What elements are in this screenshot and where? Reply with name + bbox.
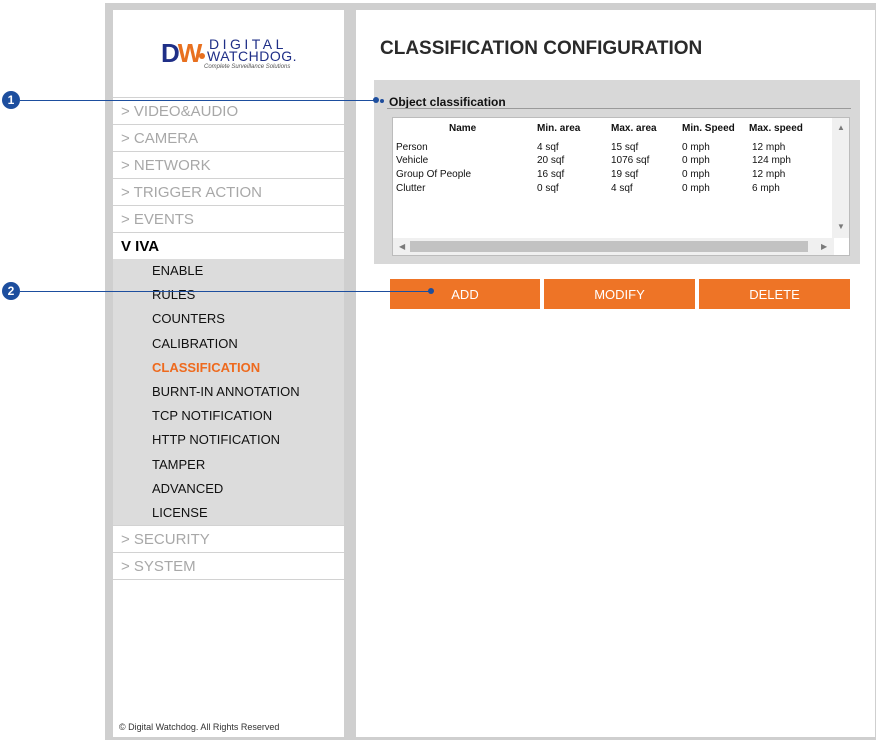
add-button[interactable]: ADD <box>390 279 540 309</box>
table-cell[interactable]: 0 mph <box>682 155 710 166</box>
sub-item-calibration[interactable]: CALIBRATION <box>113 332 344 356</box>
page-title: CLASSIFICATION CONFIGURATION <box>380 38 703 59</box>
table-cell[interactable]: 0 sqf <box>537 183 559 194</box>
table-cell[interactable]: 124 mph <box>752 155 791 166</box>
digital-watchdog-logo: DW DIGITAL WATCHDOG. Complete Surveillan… <box>161 36 301 72</box>
sub-item-burnt-in-annotation[interactable]: BURNT-IN ANNOTATION <box>113 380 344 404</box>
sub-item-classification[interactable]: CLASSIFICATION <box>113 356 344 380</box>
nav-camera[interactable]: > CAMERA <box>113 124 344 151</box>
scrollbar-thumb[interactable] <box>410 241 808 252</box>
table-cell[interactable]: 15 sqf <box>611 142 638 153</box>
section-divider <box>387 108 851 109</box>
vertical-scrollbar[interactable]: ▲ ▼ <box>832 118 849 238</box>
column-header-name: Name <box>449 123 477 134</box>
scroll-right-icon[interactable]: ▶ <box>821 242 827 251</box>
table-cell[interactable]: 16 sqf <box>537 169 564 180</box>
table-cell[interactable]: 0 mph <box>682 183 710 194</box>
table-cell[interactable]: 12 mph <box>752 142 785 153</box>
sub-item-license[interactable]: LICENSE <box>113 501 344 525</box>
table-cell[interactable]: 6 mph <box>752 183 780 194</box>
classification-panel: Object classification Name Min. area Max… <box>374 80 860 264</box>
sub-item-rules[interactable]: RULES <box>113 283 344 307</box>
sidebar: DW DIGITAL WATCHDOG. Complete Surveillan… <box>113 10 344 737</box>
sub-item-enable[interactable]: ENABLE <box>113 259 344 283</box>
table-cell[interactable]: 0 mph <box>682 142 710 153</box>
main-nav: > VIDEO&AUDIO > CAMERA > NETWORK > TRIGG… <box>113 97 344 581</box>
scroll-down-icon[interactable]: ▼ <box>837 222 845 231</box>
main-content: CLASSIFICATION CONFIGURATION Object clas… <box>356 10 875 737</box>
sub-item-tcp-notification[interactable]: TCP NOTIFICATION <box>113 404 344 428</box>
callout-1-line <box>20 100 375 101</box>
sub-item-advanced[interactable]: ADVANCED <box>113 477 344 501</box>
modify-button[interactable]: MODIFY <box>544 279 695 309</box>
table-cell[interactable]: 4 sqf <box>537 142 559 153</box>
bullet-icon <box>380 99 384 103</box>
table-cell[interactable]: Clutter <box>396 183 425 194</box>
sub-item-tamper[interactable]: TAMPER <box>113 453 344 477</box>
table-cell[interactable]: 4 sqf <box>611 183 633 194</box>
table-cell[interactable]: Group Of People <box>396 169 471 180</box>
sub-item-http-notification[interactable]: HTTP NOTIFICATION <box>113 428 344 452</box>
nav-trigger-action[interactable]: > TRIGGER ACTION <box>113 178 344 205</box>
callout-2-dot <box>428 288 434 294</box>
delete-button[interactable]: DELETE <box>699 279 850 309</box>
column-header-max-area: Max. area <box>611 123 657 134</box>
callout-1-icon: 1 <box>2 91 20 109</box>
callout-2-icon: 2 <box>2 282 20 300</box>
logo-mark: DW <box>161 38 202 68</box>
table-cell[interactable]: 0 mph <box>682 169 710 180</box>
column-header-min-speed: Min. Speed <box>682 123 735 134</box>
horizontal-scrollbar[interactable]: ◀ ▶ <box>393 238 834 255</box>
table-cell[interactable]: Vehicle <box>396 155 428 166</box>
logo-tagline: Complete Surveillance Solutions <box>204 64 291 70</box>
callout-2-line <box>20 291 430 292</box>
table-cell[interactable]: Person <box>396 142 428 153</box>
scroll-left-icon[interactable]: ◀ <box>399 242 405 251</box>
iva-submenu: ENABLE RULES COUNTERS CALIBRATION CLASSI… <box>113 259 344 526</box>
scroll-up-icon[interactable]: ▲ <box>837 123 845 132</box>
logo-dot <box>199 53 205 59</box>
nav-iva[interactable]: V IVA <box>113 232 344 259</box>
table-cell[interactable]: 20 sqf <box>537 155 564 166</box>
sub-item-counters[interactable]: COUNTERS <box>113 307 344 331</box>
table-cell[interactable]: 12 mph <box>752 169 785 180</box>
column-header-max-speed: Max. speed <box>749 123 803 134</box>
copyright-text: © Digital Watchdog. All Rights Reserved <box>119 722 280 732</box>
logo-line2: WATCHDOG. <box>207 48 298 64</box>
callout-1-dot <box>373 97 379 103</box>
classification-table: Name Min. area Max. area Min. Speed Max.… <box>392 117 850 256</box>
nav-video-audio[interactable]: > VIDEO&AUDIO <box>113 97 344 124</box>
table-cell[interactable]: 1076 sqf <box>611 155 649 166</box>
column-header-min-area: Min. area <box>537 123 581 134</box>
nav-network[interactable]: > NETWORK <box>113 151 344 178</box>
nav-events[interactable]: > EVENTS <box>113 205 344 232</box>
table-cell[interactable]: 19 sqf <box>611 169 638 180</box>
section-title: Object classification <box>389 95 506 109</box>
nav-system[interactable]: > SYSTEM <box>113 552 344 579</box>
nav-security[interactable]: > SECURITY <box>113 525 344 552</box>
